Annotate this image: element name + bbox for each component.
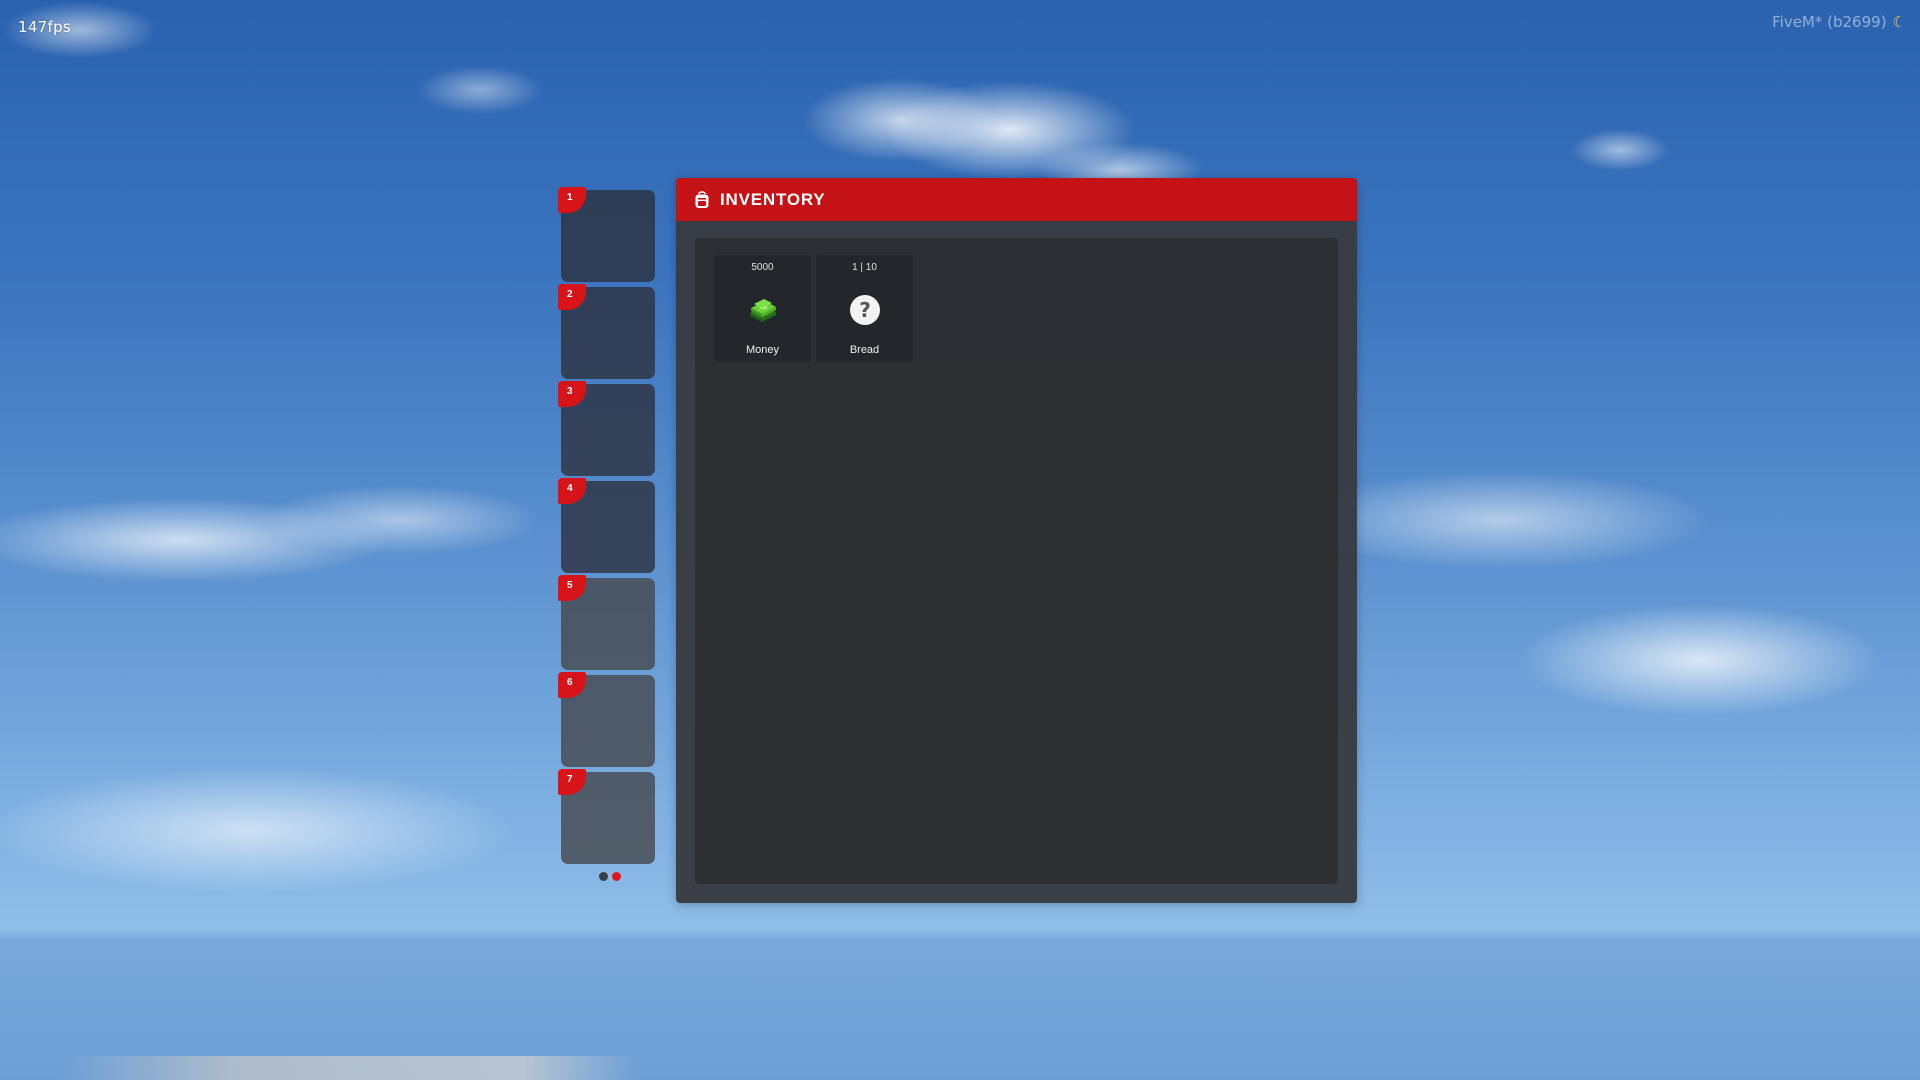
hotbar-slot-2[interactable]: 2	[558, 284, 655, 379]
pager-dot-2[interactable]	[612, 872, 621, 881]
backpack-icon	[694, 190, 710, 209]
item-name: Money	[745, 344, 780, 356]
inventory-panel: INVENTORY 5000 Money 1 | 10 ? Bread	[676, 178, 1357, 903]
hotbar-slot-1[interactable]: 1	[558, 187, 655, 282]
build-label: FiveM* (b2699) ☾	[1772, 13, 1906, 31]
slot-number-badge: 4	[558, 478, 586, 504]
slot-number-badge: 7	[558, 769, 586, 795]
slot-number-badge: 3	[558, 381, 586, 407]
item-count: 1 | 10	[852, 262, 877, 273]
hotbar-slot-4[interactable]: 4	[558, 478, 655, 573]
hotbar-pager	[561, 872, 657, 881]
hotbar-slot-3[interactable]: 3	[558, 381, 655, 476]
hotbar-slot-7[interactable]: 7	[558, 769, 655, 864]
hotbar-slot-5[interactable]: 5	[558, 575, 655, 670]
item-grid: 5000 Money 1 | 10 ? Bread	[714, 255, 913, 362]
build-text: FiveM* (b2699)	[1772, 13, 1887, 31]
crescent-moon-icon: ☾	[1892, 13, 1906, 31]
item-slot-bread[interactable]: 1 | 10 ? Bread	[816, 255, 913, 362]
inventory-title: INVENTORY	[720, 189, 826, 209]
hotbar: 1 2 3 4 5 6 7	[558, 187, 657, 881]
slot-number-badge: 6	[558, 672, 586, 698]
slot-number-badge: 1	[558, 187, 586, 213]
question-mark-icon: ?	[848, 293, 882, 327]
hotbar-slot-6[interactable]: 6	[558, 672, 655, 767]
item-count: 5000	[751, 262, 774, 273]
fps-counter: 147fps	[18, 18, 72, 36]
slot-number-badge: 2	[558, 284, 586, 310]
inventory-header: INVENTORY	[676, 178, 1357, 221]
slot-number-badge: 5	[558, 575, 586, 601]
ground-strip	[60, 1056, 640, 1080]
item-name: Bread	[849, 344, 880, 356]
item-slot-money[interactable]: 5000 Money	[714, 255, 811, 362]
svg-text:?: ?	[859, 298, 871, 322]
cash-stack-icon	[746, 293, 780, 327]
inventory-grid-area: 5000 Money 1 | 10 ? Bread	[695, 238, 1338, 884]
pager-dot-1[interactable]	[599, 872, 608, 881]
